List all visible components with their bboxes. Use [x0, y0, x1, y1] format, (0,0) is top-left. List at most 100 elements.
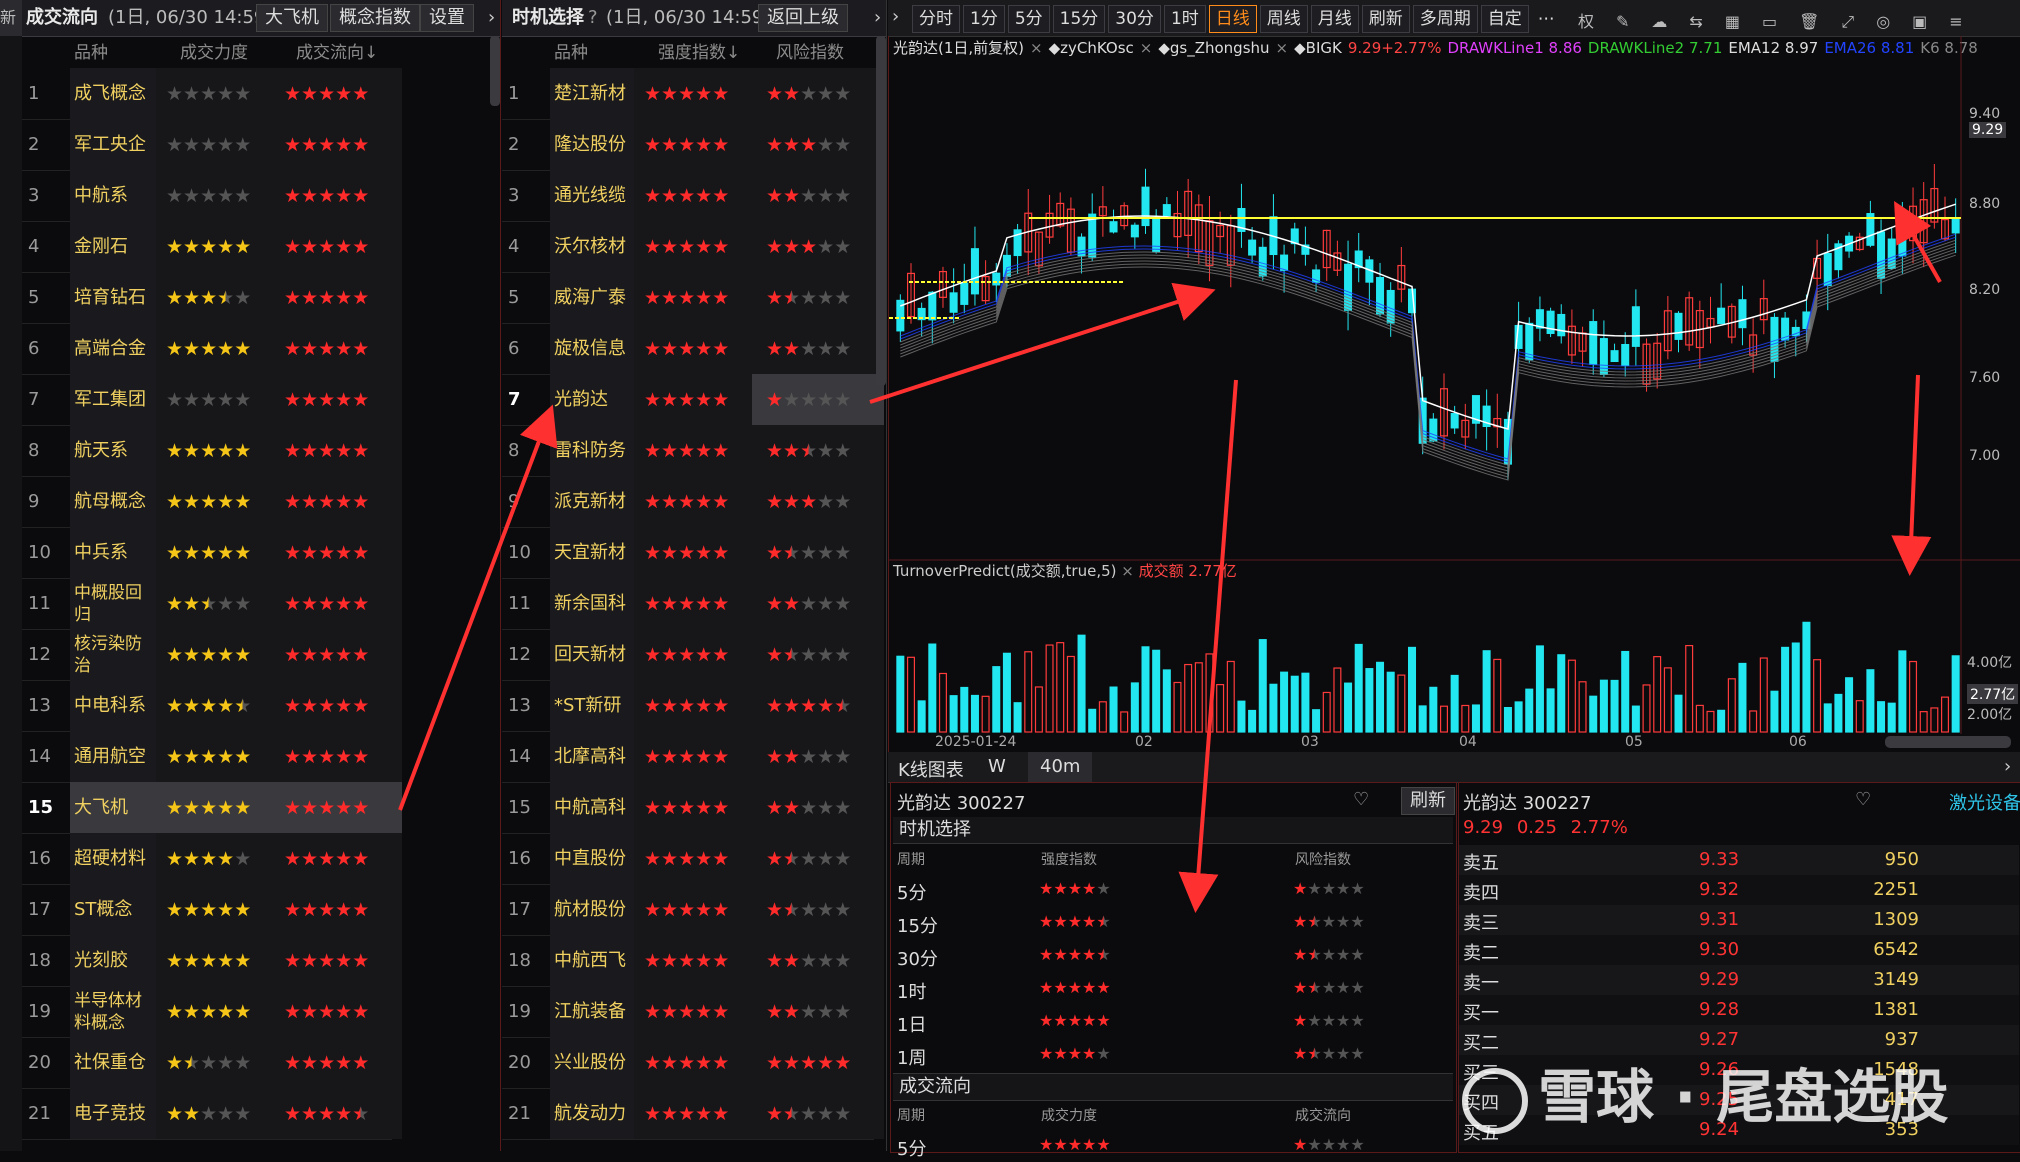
timeframe-0[interactable]: 分时	[912, 5, 960, 33]
mid-list-item[interactable]: 9 派克新材 ★ ★ ★ ★ ★ ★ ★ ★ ★ ★	[502, 476, 884, 528]
row-name[interactable]: 社保重仓	[70, 1037, 158, 1088]
row-name[interactable]: 通用航空	[70, 731, 158, 782]
left-list-item[interactable]: 6 高端合金 ★ ★ ★ ★ ★ ★ ★ ★ ★ ★	[0, 323, 402, 375]
tool-icon-5[interactable]: ▭	[1762, 12, 1777, 31]
mid-list-item[interactable]: 16 中直股份 ★ ★ ★ ★ ★ ★ ★ ★ ★ ★	[502, 833, 884, 885]
row-name[interactable]: 大飞机	[70, 782, 158, 833]
big-plane-button[interactable]: 大飞机	[256, 4, 328, 32]
tab-40m[interactable]: 40m	[1028, 752, 1093, 782]
timeframe-3[interactable]: 15分	[1052, 5, 1106, 33]
help-icon[interactable]: ?	[588, 0, 598, 36]
mid-list-item[interactable]: 21 航发动力 ★ ★ ★ ★ ★ ★ ★ ★ ★ ★	[502, 1088, 884, 1140]
mid-list-item[interactable]: 12 回天新材 ★ ★ ★ ★ ★ ★ ★ ★ ★ ★	[502, 629, 884, 681]
h-scrollbar[interactable]	[1885, 736, 2011, 748]
settings-button[interactable]: 设置	[420, 4, 474, 32]
left-list-item[interactable]: 14 通用航空 ★ ★ ★ ★ ★ ★ ★ ★ ★ ★	[0, 731, 402, 783]
left-list-item[interactable]: 19 半导体材料概念 ★ ★ ★ ★ ★ ★ ★ ★ ★ ★	[0, 986, 402, 1038]
row-name[interactable]: 军工集团	[70, 374, 158, 425]
tool-icon-1[interactable]: ✎	[1616, 12, 1629, 31]
timeframe-4[interactable]: 30分	[1108, 5, 1161, 33]
tool-icon-3[interactable]: ⇆	[1689, 12, 1702, 31]
tab-w[interactable]: W	[988, 756, 1006, 777]
tool-icon-8[interactable]: ◎	[1876, 12, 1890, 31]
left-list-item[interactable]: 10 中兵系 ★ ★ ★ ★ ★ ★ ★ ★ ★ ★	[0, 527, 402, 579]
left-list-item[interactable]: 4 金刚石 ★ ★ ★ ★ ★ ★ ★ ★ ★ ★	[0, 221, 402, 273]
col-risk-index[interactable]: 风险指数	[776, 36, 844, 70]
row-name[interactable]: 中航系	[70, 170, 158, 221]
row-name[interactable]: 培育钻石	[70, 272, 158, 323]
row-name[interactable]: 中概股回归	[70, 578, 158, 629]
mid-list-item[interactable]: 14 北摩高科 ★ ★ ★ ★ ★ ★ ★ ★ ★ ★	[502, 731, 884, 783]
row-name[interactable]: 核污染防治	[70, 629, 158, 680]
refresh-button[interactable]: 刷新	[1401, 787, 1455, 815]
row-name[interactable]: 金刚石	[70, 221, 158, 272]
mid-list-item[interactable]: 19 江航装备 ★ ★ ★ ★ ★ ★ ★ ★ ★ ★	[502, 986, 884, 1038]
dropdown-icon[interactable]: ♡	[1353, 789, 1369, 810]
left-list-item[interactable]: 7 军工集团 ★ ★ ★ ★ ★ ★ ★ ★ ★ ★	[0, 374, 402, 426]
left-list-item[interactable]: 16 超硬材料 ★ ★ ★ ★ ★ ★ ★ ★ ★ ★	[0, 833, 402, 885]
row-name[interactable]: 光韵达	[550, 374, 636, 425]
concept-index-button[interactable]: 概念指数	[330, 4, 420, 32]
mid-list-item[interactable]: 10 天宜新材 ★ ★ ★ ★ ★ ★ ★ ★ ★ ★	[502, 527, 884, 579]
mid-list-item[interactable]: 20 兴业股份 ★ ★ ★ ★ ★ ★ ★ ★ ★ ★	[502, 1037, 884, 1089]
timeframe-8[interactable]: 月线	[1310, 5, 1359, 33]
timeframe-5[interactable]: 1时	[1163, 5, 1206, 33]
timeframe-7[interactable]: 周线	[1259, 5, 1308, 33]
left-list-item[interactable]: 21 电子竞技 ★ ★ ★ ★ ★ ★ ★ ★ ★ ★	[0, 1088, 402, 1140]
left-list-item[interactable]: 8 航天系 ★ ★ ★ ★ ★ ★ ★ ★ ★ ★	[0, 425, 402, 477]
row-name[interactable]: 中航西飞	[550, 935, 636, 986]
tool-icon-6[interactable]: 🗑	[1799, 12, 1819, 31]
mid-list-item[interactable]: 5 威海广泰 ★ ★ ★ ★ ★ ★ ★ ★ ★ ★	[502, 272, 884, 324]
expand-right-icon[interactable]: ›	[488, 0, 495, 36]
left-list-item[interactable]: 18 光刻胶 ★ ★ ★ ★ ★ ★ ★ ★ ★ ★	[0, 935, 402, 987]
row-name[interactable]: 中航高科	[550, 782, 636, 833]
timeframe-9[interactable]: 刷新	[1361, 5, 1410, 33]
tool-icon-10[interactable]: ≡	[1949, 12, 1962, 31]
row-name[interactable]: 沃尔核材	[550, 221, 636, 272]
row-name[interactable]: 光刻胶	[70, 935, 158, 986]
mid-list-item[interactable]: 8 雷科防务 ★ ★ ★ ★ ★ ★ ★ ★ ★ ★	[502, 425, 884, 477]
left-list-item[interactable]: 13 中电科系 ★ ★ ★ ★ ★ ★ ★ ★ ★ ★	[0, 680, 402, 732]
row-name[interactable]: 中电科系	[70, 680, 158, 731]
row-name[interactable]: 回天新材	[550, 629, 636, 680]
tool-icon-9[interactable]: ▣	[1912, 12, 1927, 31]
left-list-item[interactable]: 3 中航系 ★ ★ ★ ★ ★ ★ ★ ★ ★ ★	[0, 170, 402, 222]
left-list-item[interactable]: 12 核污染防治 ★ ★ ★ ★ ★ ★ ★ ★ ★ ★	[0, 629, 402, 681]
expand-right-icon-2[interactable]: ›	[874, 0, 881, 36]
mid-list-item[interactable]: 2 隆达股份 ★ ★ ★ ★ ★ ★ ★ ★ ★ ★	[502, 119, 884, 171]
mid-list-item[interactable]: 4 沃尔核材 ★ ★ ★ ★ ★ ★ ★ ★ ★ ★	[502, 221, 884, 273]
mid-list-item[interactable]: 3 通光线缆 ★ ★ ★ ★ ★ ★ ★ ★ ★ ★	[502, 170, 884, 222]
timeframe-10[interactable]: 多周期	[1412, 5, 1478, 33]
timeframe-2[interactable]: 5分	[1007, 5, 1050, 33]
row-name[interactable]: 通光线缆	[550, 170, 636, 221]
mid-scrollbar[interactable]	[876, 36, 886, 386]
left-list-item[interactable]: 11 中概股回归 ★ ★ ★ ★ ★ ★ ★ ★ ★ ★	[0, 578, 402, 630]
row-name[interactable]: 航天系	[70, 425, 158, 476]
row-name[interactable]: 雷科防务	[550, 425, 636, 476]
row-name[interactable]: 新余国科	[550, 578, 636, 629]
row-name[interactable]: 北摩高科	[550, 731, 636, 782]
left-list-item[interactable]: 15 大飞机 ★ ★ ★ ★ ★ ★ ★ ★ ★ ★	[0, 782, 402, 834]
mid-list-item[interactable]: 13 *ST新研 ★ ★ ★ ★ ★ ★ ★ ★ ★ ★	[502, 680, 884, 732]
col-variety-2[interactable]: 品种	[554, 36, 588, 70]
left-list-item[interactable]: 9 航母概念 ★ ★ ★ ★ ★ ★ ★ ★ ★ ★	[0, 476, 402, 528]
row-name[interactable]: 威海广泰	[550, 272, 636, 323]
row-name[interactable]: 航材股份	[550, 884, 636, 935]
row-name[interactable]: 半导体材料概念	[70, 986, 158, 1037]
row-name[interactable]: 超硬材料	[70, 833, 158, 884]
mid-list-item[interactable]: 7 光韵达 ★ ★ ★ ★ ★ ★ ★ ★ ★ ★	[502, 374, 884, 426]
col-strength-index[interactable]: 强度指数↓	[658, 36, 740, 70]
volume-close-icon[interactable]: ×	[1121, 562, 1134, 580]
tabs-more-icon[interactable]: ›	[2004, 756, 2011, 777]
tab-kline[interactable]: K线图表	[898, 756, 964, 782]
left-list-item[interactable]: 20 社保重仓 ★ ★ ★ ★ ★ ★ ★ ★ ★ ★	[0, 1037, 402, 1089]
row-name[interactable]: 高端合金	[70, 323, 158, 374]
collapse-left-icon[interactable]: ›	[892, 6, 899, 27]
row-name[interactable]: 江航装备	[550, 986, 636, 1037]
timeframe-6[interactable]: 日线	[1208, 5, 1257, 33]
row-name[interactable]: 电子竞技	[70, 1088, 158, 1139]
left-scrollbar[interactable]	[490, 36, 500, 106]
mid-list-item[interactable]: 15 中航高科 ★ ★ ★ ★ ★ ★ ★ ★ ★ ★	[502, 782, 884, 834]
row-name[interactable]: 军工央企	[70, 119, 158, 170]
row-name[interactable]: 派克新材	[550, 476, 636, 527]
